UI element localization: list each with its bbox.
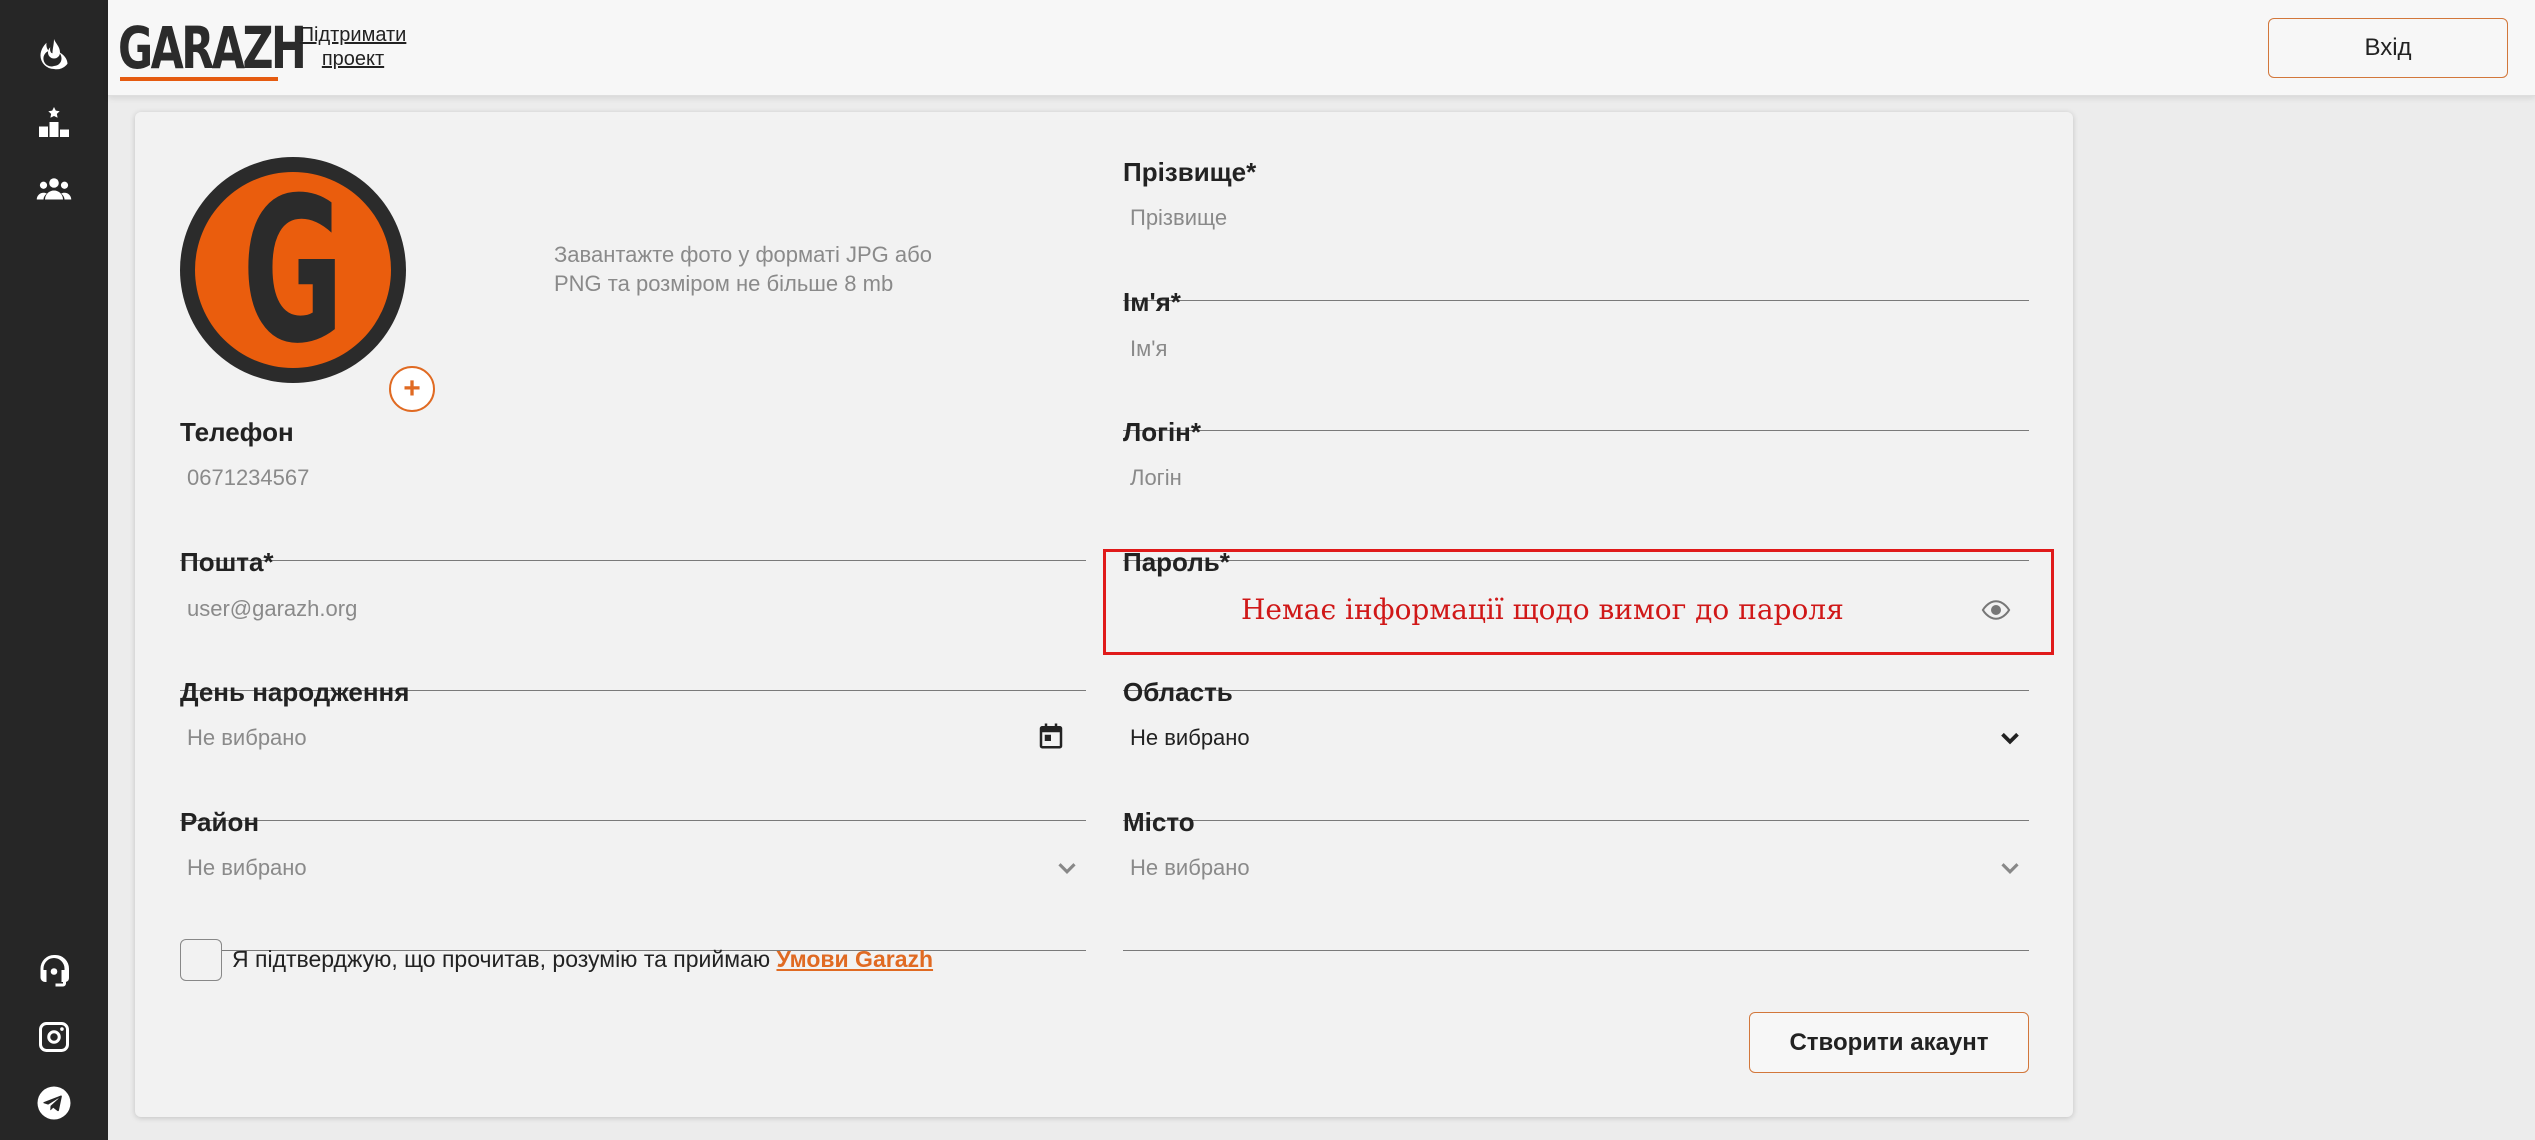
phone-label: Телефон [180, 417, 294, 447]
birthday-field: День народження Не вибрано [180, 677, 1086, 821]
region-field: Область Не вибрано [1123, 677, 2029, 821]
phone-input[interactable]: 0671234567 [187, 465, 309, 491]
login-button[interactable]: Вхід [2268, 18, 2508, 78]
region-label: Область [1123, 677, 1233, 707]
logo-underline [120, 77, 278, 81]
first-name-input[interactable]: Ім'я [1130, 336, 1167, 362]
city-field: Місто Не вибрано [1123, 807, 2029, 951]
district-field: Район Не вибрано [180, 807, 1086, 951]
community-icon[interactable] [33, 168, 75, 210]
region-select[interactable]: Не вибрано [1130, 725, 1250, 751]
email-label: Пошта* [180, 547, 274, 577]
chevron-down-icon[interactable] [1052, 853, 1082, 883]
district-label: Район [180, 807, 260, 837]
avatar-letter: G [242, 172, 344, 368]
birthday-label: День народження [180, 677, 410, 707]
first-name-field: Ім'я* Ім'я [1123, 287, 2029, 431]
terms-link[interactable]: Умови Garazh [776, 946, 933, 972]
first-name-label: Ім'я* [1123, 287, 1181, 317]
top-header: GARAZH Підтримати проект Вхід [108, 0, 2535, 96]
city-label: Місто [1123, 807, 1195, 837]
terms-checkbox[interactable] [180, 939, 222, 981]
surname-label: Прізвище* [1123, 157, 1257, 187]
annotation-text: Немає інформації щодо вимог до пароля [1241, 593, 1844, 626]
login-field: Логін* Логін [1123, 417, 2029, 561]
surname-input[interactable]: Прізвище [1130, 205, 1227, 231]
avatar-upload[interactable]: G + [180, 157, 435, 412]
terms-text: Я підтверджую, що прочитав, розумію та п… [232, 946, 933, 973]
support-headset-icon[interactable] [33, 949, 75, 991]
city-select[interactable]: Не вибрано [1130, 855, 1250, 881]
district-select[interactable]: Не вибрано [187, 855, 307, 881]
support-project-link[interactable]: Підтримати проект [288, 23, 418, 71]
telegram-icon[interactable] [33, 1082, 75, 1124]
email-field: Пошта* user@garazh.org [180, 547, 1086, 691]
leaderboard-icon[interactable] [33, 101, 75, 143]
chevron-down-icon[interactable] [1995, 723, 2025, 753]
login-label: Логін* [1123, 417, 1201, 447]
email-input[interactable]: user@garazh.org [187, 596, 357, 622]
upload-hint-text: Завантажте фото у форматі JPG або PNG та… [554, 242, 932, 296]
sidebar [0, 0, 108, 1140]
avatar-image: G [195, 172, 391, 368]
calendar-icon[interactable] [1036, 721, 1066, 751]
instagram-icon[interactable] [33, 1016, 75, 1058]
phone-field: Телефон 0671234567 [180, 417, 1086, 561]
fire-icon[interactable] [33, 33, 75, 75]
create-account-button[interactable]: Створити акаунт [1749, 1012, 2029, 1073]
add-photo-button[interactable]: + [389, 366, 435, 412]
logo-text: GARAZH [118, 14, 307, 82]
surname-field: Прізвище* Прізвище [1123, 157, 2029, 301]
terms-statement: Я підтверджую, що прочитав, розумію та п… [232, 946, 771, 972]
chevron-down-icon[interactable] [1995, 853, 2025, 883]
city-underline [1123, 950, 2029, 951]
birthday-input[interactable]: Не вибрано [187, 725, 307, 751]
login-input[interactable]: Логін [1130, 465, 1182, 491]
